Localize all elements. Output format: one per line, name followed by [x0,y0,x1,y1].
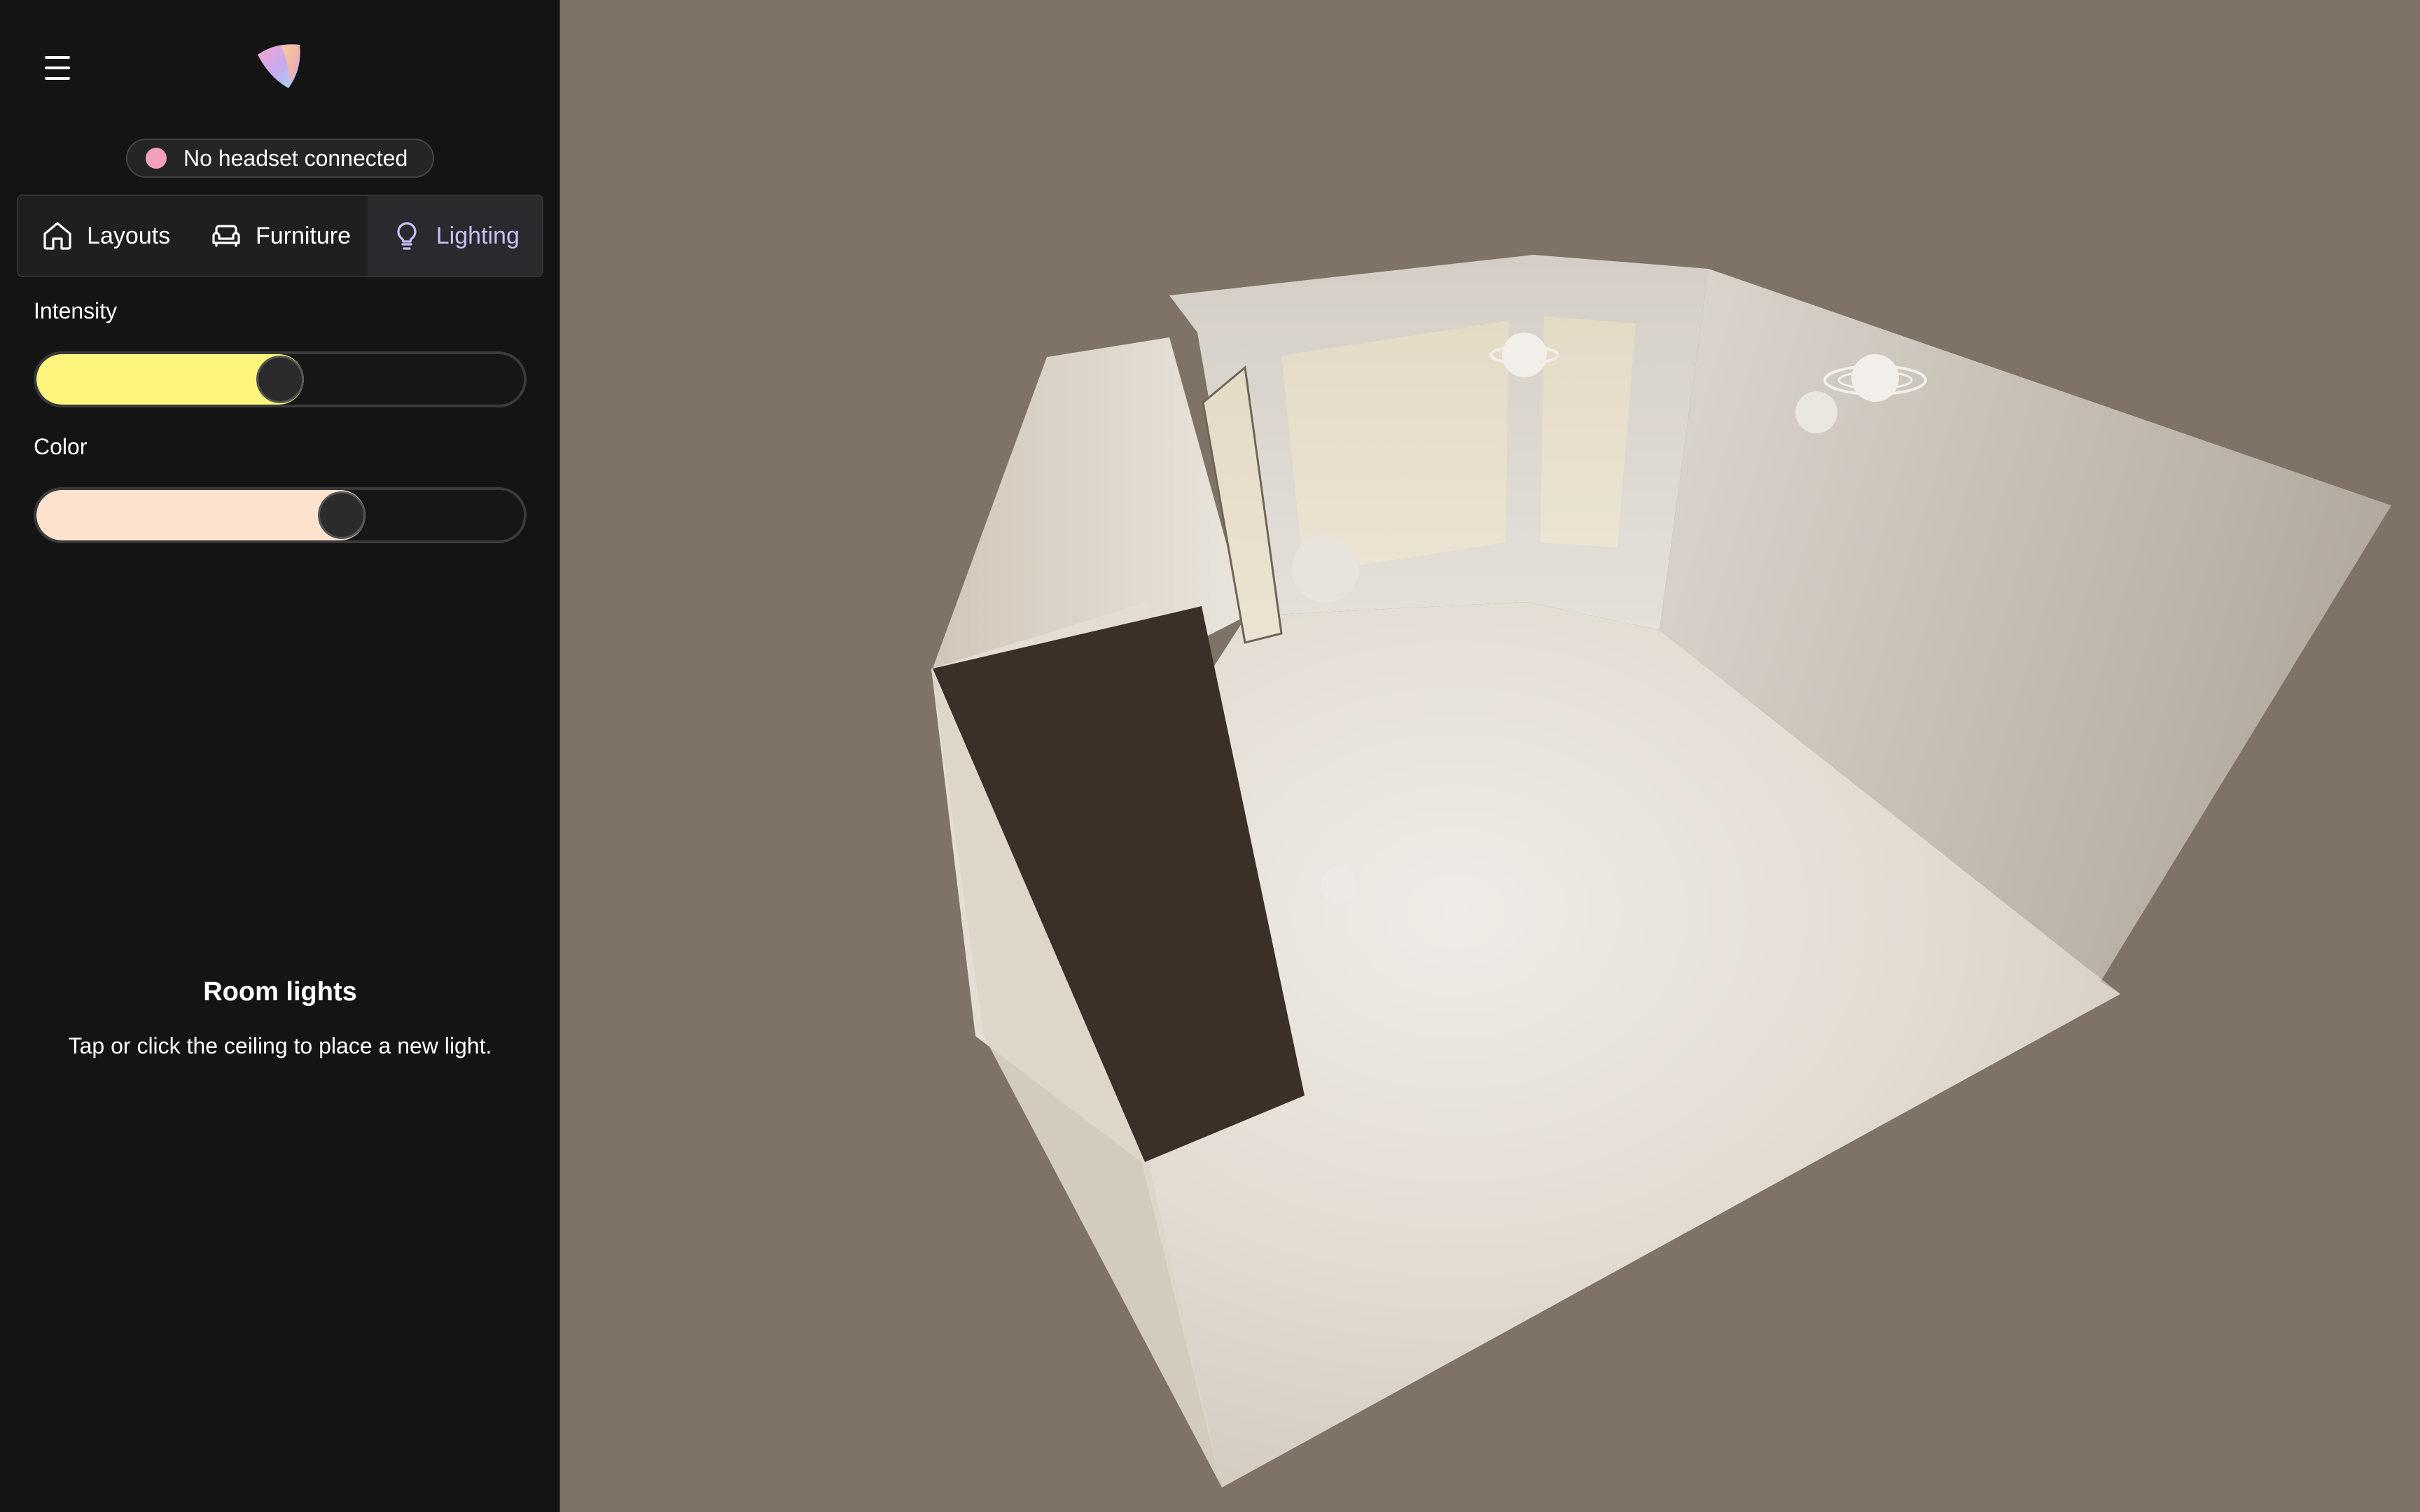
home-icon [43,222,71,250]
tab-lighting-label: Lighting [436,222,520,249]
wall-light[interactable] [1292,536,1359,603]
tab-layouts-label: Layouts [87,222,171,249]
tab-furniture-label: Furniture [255,222,352,249]
intensity-slider[interactable] [34,351,527,407]
sidebar: No headset connected Layouts Furniture L… [0,0,560,1512]
headset-status-badge: No headset connected [126,139,434,178]
ceiling-light-3[interactable] [1795,391,1837,433]
app-logo [258,44,300,88]
lightbulb-icon [397,222,417,250]
menu-icon[interactable] [41,55,76,81]
tab-layouts[interactable]: Layouts [18,196,193,276]
floor-light[interactable] [1321,867,1357,903]
status-dot-icon [146,148,167,169]
room-3d-viewport[interactable] [562,0,2420,1512]
mode-tabs: Layouts Furniture Lighting [17,195,543,277]
window-center[interactable] [1281,321,1509,574]
color-label: Color [34,434,88,459]
tab-furniture[interactable]: Furniture [193,196,367,276]
intensity-slider-thumb[interactable] [256,356,304,403]
intensity-label: Intensity [34,298,118,323]
headset-status-text: No headset connected [183,145,408,171]
room-lights-hint: Tap or click the ceiling to place a new … [68,1033,492,1058]
room-lights-title: Room lights [203,977,357,1007]
color-slider-thumb[interactable] [318,491,366,539]
ceiling-light-1[interactable] [1502,332,1547,377]
color-slider-fill [36,490,366,540]
sofa-icon [212,225,240,247]
tab-lighting[interactable]: Lighting [367,196,542,276]
color-slider[interactable] [34,487,527,543]
